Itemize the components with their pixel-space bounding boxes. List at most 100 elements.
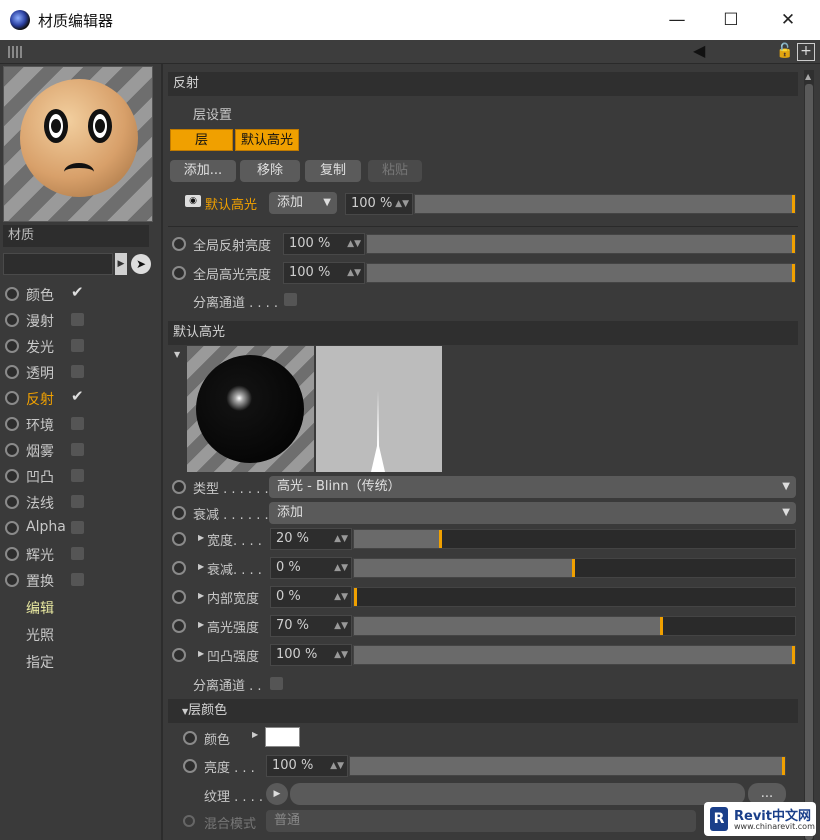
blend-anim-radio[interactable] xyxy=(183,815,195,827)
paste-layer-button[interactable]: 粘贴 xyxy=(368,160,422,182)
brightness-field[interactable]: 100 % ▲▼ xyxy=(266,755,348,777)
material-search-input[interactable] xyxy=(3,253,113,275)
channel-item[interactable]: 凹凸 xyxy=(5,464,155,488)
atten-dropdown[interactable]: 添加 ▼ xyxy=(269,502,796,524)
global-reflect-slider[interactable] xyxy=(366,234,796,254)
channel-checkbox[interactable] xyxy=(71,547,84,560)
separate-channel-checkbox[interactable] xyxy=(284,293,297,306)
param-anim-radio[interactable] xyxy=(172,648,186,662)
nav-illumination[interactable]: 光照 xyxy=(26,625,54,645)
layer-value-field[interactable]: 100 % ▲▼ xyxy=(345,193,413,215)
nav-assignment[interactable]: 指定 xyxy=(26,652,54,672)
channel-anim-radio[interactable] xyxy=(5,391,19,405)
channel-checkbox[interactable] xyxy=(71,443,84,456)
param-anim-radio[interactable] xyxy=(172,590,186,604)
add-layer-button[interactable]: 添加... xyxy=(170,160,236,182)
tab-layer[interactable]: 层 xyxy=(170,129,233,151)
layer-value-slider[interactable] xyxy=(414,194,796,214)
channel-anim-radio[interactable] xyxy=(5,365,19,379)
channel-checkbox[interactable] xyxy=(71,469,84,482)
expand-triangle-icon[interactable]: ▶ xyxy=(198,649,204,658)
lock-icon[interactable]: 🔓 xyxy=(776,43,794,61)
param-field[interactable]: 0 % ▲▼ xyxy=(270,557,352,579)
channel-anim-radio[interactable] xyxy=(5,469,19,483)
pointer-icon[interactable]: ➤ xyxy=(131,254,151,274)
global-spec-anim-radio[interactable] xyxy=(172,266,186,280)
channel-checkbox[interactable] xyxy=(71,339,84,352)
global-spec-field[interactable]: 100 % ▲▼ xyxy=(283,262,365,284)
channel-anim-radio[interactable] xyxy=(5,313,19,327)
brightness-anim-radio[interactable] xyxy=(183,759,197,773)
minimize-button[interactable]: — xyxy=(649,4,705,36)
channel-item[interactable]: 漫射 xyxy=(5,308,155,332)
checkmark-icon[interactable]: ✔ xyxy=(71,282,84,301)
channel-checkbox[interactable] xyxy=(71,521,84,534)
channel-item[interactable]: 发光 xyxy=(5,334,155,358)
back-arrow-icon[interactable]: ◀ xyxy=(693,43,713,59)
expand-triangle-icon[interactable]: ▶ xyxy=(198,620,204,629)
channel-checkbox[interactable] xyxy=(71,365,84,378)
channel-checkbox[interactable] xyxy=(71,495,84,508)
type-dropdown[interactable]: 高光 - Blinn（传统） ▼ xyxy=(269,476,796,498)
channel-anim-radio[interactable] xyxy=(5,495,19,509)
channel-item[interactable]: 颜色 ✔ xyxy=(5,282,155,306)
scroll-thumb[interactable] xyxy=(805,84,813,840)
channel-item[interactable]: 烟雾 xyxy=(5,438,155,462)
param-field[interactable]: 70 % ▲▼ xyxy=(270,615,352,637)
channel-anim-radio[interactable] xyxy=(5,521,19,535)
close-button[interactable]: ✕ xyxy=(760,4,816,36)
nav-edit[interactable]: 编辑 xyxy=(26,598,54,618)
channel-checkbox[interactable] xyxy=(71,573,84,586)
spec-separate-checkbox[interactable] xyxy=(270,677,283,690)
channel-anim-radio[interactable] xyxy=(5,339,19,353)
channel-item[interactable]: 透明 xyxy=(5,360,155,384)
grip-icon[interactable] xyxy=(8,46,22,58)
expand-triangle-icon[interactable]: ▶ xyxy=(198,591,204,600)
global-reflect-field[interactable]: 100 % ▲▼ xyxy=(283,233,365,255)
texture-arrow-button[interactable]: ▶ xyxy=(266,783,288,805)
atten-anim-radio[interactable] xyxy=(172,506,186,520)
channel-anim-radio[interactable] xyxy=(5,417,19,431)
material-preview[interactable] xyxy=(3,66,153,222)
channel-anim-radio[interactable] xyxy=(5,443,19,457)
param-slider[interactable] xyxy=(353,587,796,607)
expand-triangle-icon[interactable]: ▶ xyxy=(198,562,204,571)
param-slider[interactable] xyxy=(353,558,796,578)
tab-default-specular[interactable]: 默认高光 xyxy=(235,129,299,151)
remove-layer-button[interactable]: 移除 xyxy=(240,160,300,182)
copy-layer-button[interactable]: 复制 xyxy=(305,160,361,182)
param-field[interactable]: 100 % ▲▼ xyxy=(270,644,352,666)
channel-item[interactable]: 反射 ✔ xyxy=(5,386,155,410)
param-field[interactable]: 0 % ▲▼ xyxy=(270,586,352,608)
param-anim-radio[interactable] xyxy=(172,619,186,633)
param-field[interactable]: 20 % ▲▼ xyxy=(270,528,352,550)
maximize-button[interactable]: ☐ xyxy=(703,4,759,36)
scroll-up-icon[interactable]: ▲ xyxy=(805,72,813,82)
channel-anim-radio[interactable] xyxy=(5,547,19,561)
color-anim-radio[interactable] xyxy=(183,731,197,745)
channel-item[interactable]: 辉光 xyxy=(5,542,155,566)
expand-triangle-icon[interactable]: ▶ xyxy=(198,533,204,542)
channel-item[interactable]: 法线 xyxy=(5,490,155,514)
param-slider[interactable] xyxy=(353,529,796,549)
global-reflect-anim-radio[interactable] xyxy=(172,237,186,251)
param-anim-radio[interactable] xyxy=(172,561,186,575)
checkmark-icon[interactable]: ✔ xyxy=(71,386,84,405)
layer-name[interactable]: 默认高光 xyxy=(205,194,257,213)
expand-arrow-icon[interactable]: ▶ xyxy=(115,253,127,275)
global-spec-slider[interactable] xyxy=(366,263,796,283)
param-anim-radio[interactable] xyxy=(172,532,186,546)
channel-item[interactable]: 置换 xyxy=(5,568,155,592)
channel-item[interactable]: 环境 xyxy=(5,412,155,436)
new-window-icon[interactable]: + xyxy=(797,43,815,61)
blend-dropdown[interactable]: 普通 xyxy=(266,810,696,832)
brightness-slider[interactable] xyxy=(349,756,786,776)
eye-icon[interactable]: ◉ xyxy=(185,195,201,207)
type-anim-radio[interactable] xyxy=(172,480,186,494)
expand-triangle-icon[interactable]: ▶ xyxy=(252,730,258,739)
param-slider[interactable] xyxy=(353,645,796,665)
texture-slot[interactable] xyxy=(290,783,745,805)
channel-anim-radio[interactable] xyxy=(5,573,19,587)
channel-checkbox[interactable] xyxy=(71,313,84,326)
layer-blend-mode-dropdown[interactable]: 添加 ▼ xyxy=(269,192,337,214)
